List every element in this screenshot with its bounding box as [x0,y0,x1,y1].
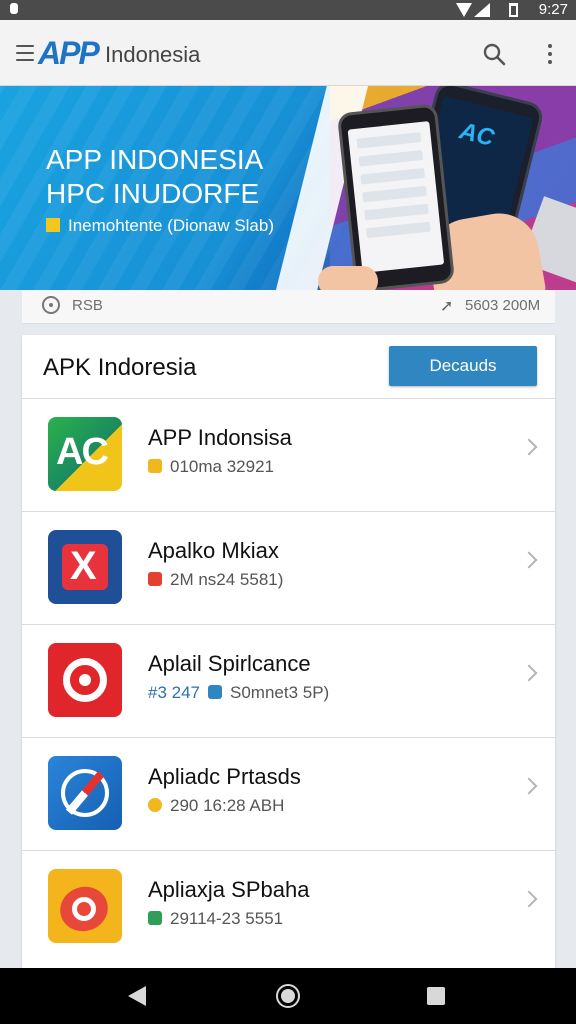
arrow-icon: ➚ [440,298,454,315]
battery-icon [509,3,518,17]
compass-app-icon [48,756,122,830]
status-time: 9:27 [538,1,568,18]
chevron-right-icon [520,664,538,682]
app-meta: 010ma 32921 [148,457,274,477]
app-meta: 29114-23 5551 [148,909,283,929]
app-name: Apliaxja SPbaha [148,877,310,902]
list-item[interactable]: Apliaxja SPbaha 29114-23 5551 [22,851,555,964]
search-icon[interactable] [482,42,506,66]
app-logo: APP [38,35,100,71]
list-item[interactable]: X Apalko Mkiax 2M ns24 5581) [22,512,555,625]
app-name: Aplail Spirlcance [148,651,311,676]
app-bar: APP Indonesia [0,20,576,86]
app-name: APP Indonsisa [148,425,292,450]
banner-tagline: Inemohtente (Dionaw Slab) [46,216,274,236]
shield-icon [148,911,162,925]
app-meta: 290 16:28 ABH [148,796,284,816]
home-icon[interactable] [276,984,300,1008]
brand-name: Indonesia [105,42,201,67]
list-item[interactable]: Apliadc Prtasds 290 16:28 ABH [22,738,555,851]
signal-icon [474,3,490,17]
app-name: Apalko Mkiax [148,538,279,563]
info-right-label: 5603 200M [465,297,541,314]
app-name: Apliadc Prtasds [148,764,301,789]
info-left-label: RSB [72,297,103,314]
banner-tagline-text: Inemohtente (Dionaw Slab) [68,216,275,235]
phone-graphic-front [336,103,456,290]
recent-apps-icon[interactable] [427,987,445,1005]
app-meta-prefix: #3 247 [148,683,200,702]
more-vert-icon[interactable] [544,42,556,66]
notification-icon [10,3,18,14]
menu-icon[interactable] [16,45,34,61]
chat-icon [208,685,222,699]
back-icon[interactable] [128,986,146,1006]
bullseye-app-icon [48,869,122,943]
details-button[interactable]: Decauds [389,346,537,386]
lock-icon [148,459,162,473]
clock-icon [42,296,60,314]
list-item[interactable]: AC APP Indonsisa 010ma 32921 [22,399,555,512]
info-strip: RSB ➚ 5603 200M [22,290,555,324]
target-app-icon [48,643,122,717]
x-app-icon: X [48,530,122,604]
list-title: APK Indoresia [43,354,197,381]
banner-title: APP INDONESIA [46,144,264,175]
chevron-right-icon [520,551,538,569]
navigation-bar [0,968,576,1024]
app-meta: 2M ns24 5581) [148,570,283,590]
app-meta: #3 247 S0mnet3 5P) [148,683,330,702]
tag-square-icon [46,218,60,232]
app-list-card: APK Indoresia Decauds AC APP Indonsisa 0… [22,335,555,975]
status-bar: 9:27 [0,0,576,20]
list-item[interactable]: Aplail Spirlcance #3 247 S0mnet3 5P) [22,625,555,738]
chevron-right-icon [520,438,538,456]
ac-app-icon: AC [48,417,122,491]
chevron-right-icon [520,777,538,795]
folder-icon [148,572,162,586]
chevron-right-icon [520,890,538,908]
coin-icon [148,798,162,812]
hand-graphic-thumb [318,266,378,290]
wifi-icon [456,3,472,17]
list-header: APK Indoresia Decauds [22,335,555,399]
promo-banner[interactable]: AC APP INDONESIA HPC INUDORFE Inemohtent… [0,86,576,290]
banner-subtitle: HPC INUDORFE [46,178,260,209]
